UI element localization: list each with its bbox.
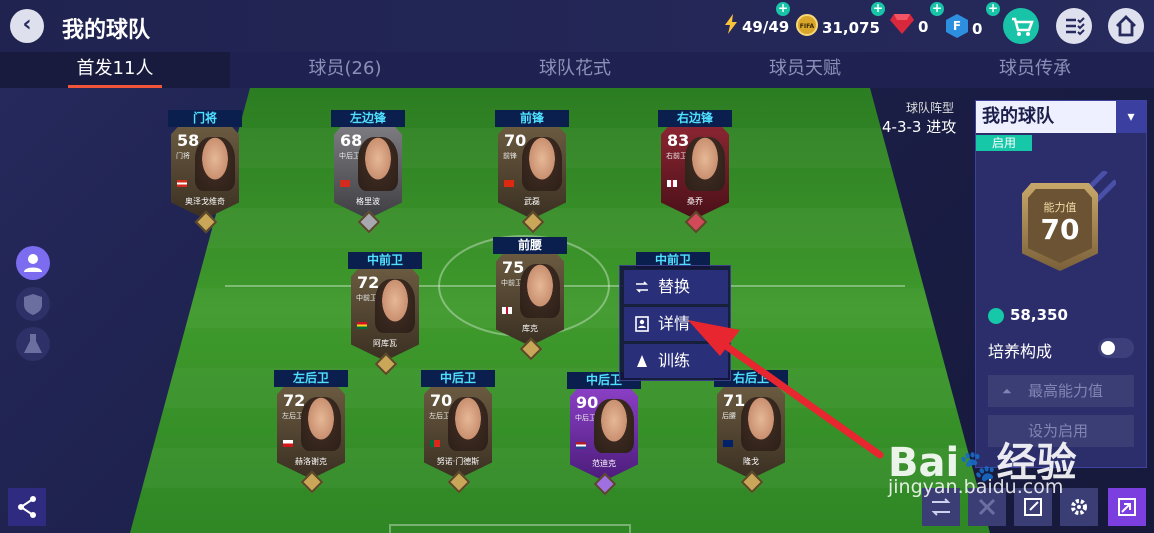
app-screen: ‹ 我的球队 49/49 + FIFA 31,075 + 0 + F0 + 首发1…	[0, 0, 1154, 533]
baidu-watermark-url: jingyan.baidu.com	[888, 476, 1064, 498]
